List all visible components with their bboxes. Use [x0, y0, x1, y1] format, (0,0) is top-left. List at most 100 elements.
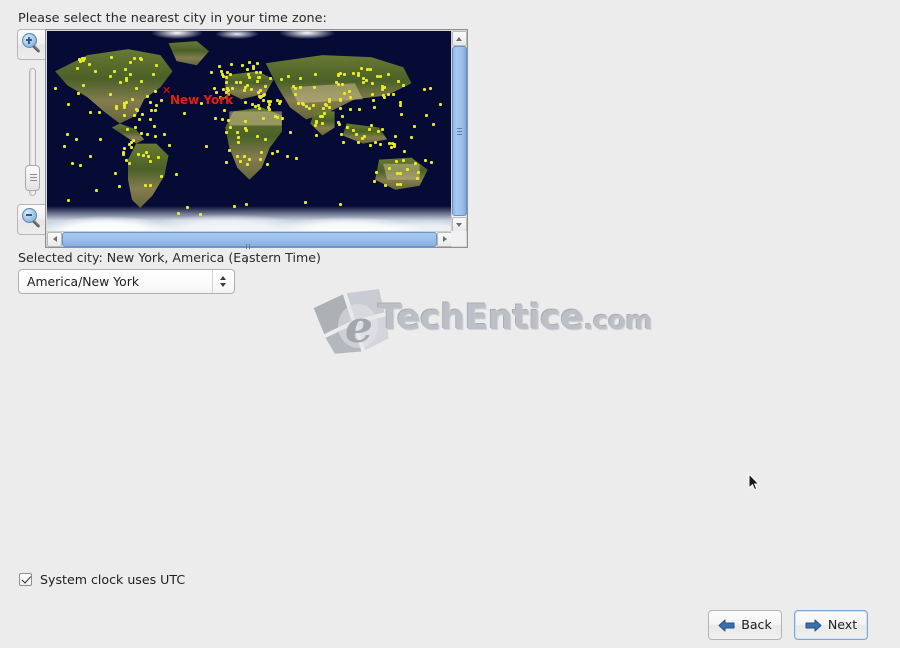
city-dot[interactable]: [289, 131, 292, 134]
city-dot[interactable]: [113, 70, 116, 73]
city-dot[interactable]: [429, 87, 432, 90]
city-dot[interactable]: [230, 63, 233, 66]
city-dot[interactable]: [377, 130, 380, 133]
city-dot[interactable]: [153, 125, 156, 128]
city-dot[interactable]: [133, 57, 136, 60]
city-dot[interactable]: [392, 93, 395, 96]
city-dot[interactable]: [129, 61, 132, 64]
city-dot[interactable]: [276, 150, 279, 153]
city-dot[interactable]: [339, 72, 342, 75]
city-dot[interactable]: [402, 159, 405, 162]
city-dot[interactable]: [123, 104, 126, 107]
city-dot[interactable]: [391, 142, 394, 145]
city-dot[interactable]: [250, 88, 253, 91]
city-dot[interactable]: [395, 160, 398, 163]
city-dot[interactable]: [259, 71, 262, 74]
city-dot[interactable]: [81, 57, 84, 60]
timezone-select[interactable]: America/New York: [18, 269, 235, 294]
vertical-scroll-thumb[interactable]: [452, 46, 467, 216]
city-dot[interactable]: [394, 135, 397, 138]
city-dot[interactable]: [319, 115, 322, 118]
city-dot[interactable]: [160, 175, 163, 178]
city-dot[interactable]: [383, 96, 386, 99]
city-dot[interactable]: [154, 109, 157, 112]
city-dot[interactable]: [259, 158, 262, 161]
city-dot[interactable]: [312, 104, 315, 107]
city-dot[interactable]: [276, 116, 279, 119]
city-dot[interactable]: [244, 101, 247, 104]
city-dot[interactable]: [424, 159, 427, 162]
city-dot[interactable]: [110, 56, 113, 59]
city-dot[interactable]: [129, 73, 132, 76]
city-dot[interactable]: [109, 75, 112, 78]
city-dot[interactable]: [294, 87, 297, 90]
scroll-right-button[interactable]: [437, 232, 452, 247]
city-dot[interactable]: [233, 205, 236, 208]
city-dot[interactable]: [374, 141, 377, 144]
city-dot[interactable]: [255, 71, 258, 74]
city-dot[interactable]: [98, 111, 101, 114]
city-dot[interactable]: [213, 87, 216, 90]
city-dot[interactable]: [370, 124, 373, 127]
city-dot[interactable]: [399, 183, 402, 186]
city-dot[interactable]: [423, 88, 426, 91]
city-dot[interactable]: [264, 138, 267, 141]
city-dot[interactable]: [140, 132, 143, 135]
city-dot[interactable]: [149, 160, 152, 163]
city-dot[interactable]: [439, 103, 442, 106]
city-dot[interactable]: [135, 108, 138, 111]
zoom-out-button[interactable]: [17, 204, 48, 235]
city-dot[interactable]: [375, 171, 378, 174]
city-dot[interactable]: [287, 75, 290, 78]
zoom-slider-handle[interactable]: [25, 165, 40, 191]
city-dot[interactable]: [63, 145, 66, 148]
city-dot[interactable]: [432, 123, 435, 126]
city-dot[interactable]: [381, 128, 384, 131]
scroll-up-button[interactable]: [452, 31, 467, 46]
city-dot[interactable]: [304, 201, 307, 204]
city-dot[interactable]: [410, 136, 413, 139]
city-dot[interactable]: [145, 151, 148, 154]
city-dot[interactable]: [252, 65, 255, 68]
city-dot[interactable]: [403, 150, 406, 153]
city-dot[interactable]: [54, 87, 57, 90]
city-dot[interactable]: [357, 74, 360, 77]
city-dot[interactable]: [210, 71, 213, 74]
city-dot[interactable]: [348, 90, 351, 93]
city-dot[interactable]: [155, 64, 158, 67]
city-dot[interactable]: [352, 72, 355, 75]
city-dot[interactable]: [99, 138, 102, 141]
city-dot[interactable]: [146, 95, 149, 98]
city-dot[interactable]: [302, 103, 305, 106]
city-dot[interactable]: [199, 213, 202, 216]
city-dot[interactable]: [271, 152, 274, 155]
city-dot[interactable]: [126, 128, 129, 131]
city-dot[interactable]: [360, 67, 363, 70]
city-dot[interactable]: [315, 120, 318, 123]
city-dot[interactable]: [323, 112, 326, 115]
city-dot[interactable]: [369, 144, 372, 147]
city-dot[interactable]: [396, 172, 399, 175]
city-dot[interactable]: [214, 117, 217, 120]
city-dot[interactable]: [399, 172, 402, 175]
map-horizontal-scrollbar[interactable]: [47, 231, 452, 264]
city-dot[interactable]: [237, 141, 240, 144]
city-dot[interactable]: [358, 108, 361, 111]
city-dot[interactable]: [267, 100, 270, 103]
city-dot[interactable]: [133, 114, 136, 117]
city-dot[interactable]: [229, 73, 232, 76]
city-dot[interactable]: [363, 135, 366, 138]
map-zoom-slider[interactable]: [25, 68, 40, 196]
city-dot[interactable]: [150, 109, 153, 112]
city-dot[interactable]: [328, 100, 331, 103]
city-dot[interactable]: [256, 135, 259, 138]
city-dot[interactable]: [387, 93, 390, 96]
city-dot[interactable]: [223, 109, 226, 112]
city-dot[interactable]: [267, 106, 270, 109]
city-dot[interactable]: [89, 155, 92, 158]
city-dot[interactable]: [123, 147, 126, 150]
next-button[interactable]: Next: [794, 610, 868, 640]
city-dot[interactable]: [66, 133, 69, 136]
city-dot[interactable]: [67, 103, 70, 106]
city-dot[interactable]: [221, 73, 224, 76]
